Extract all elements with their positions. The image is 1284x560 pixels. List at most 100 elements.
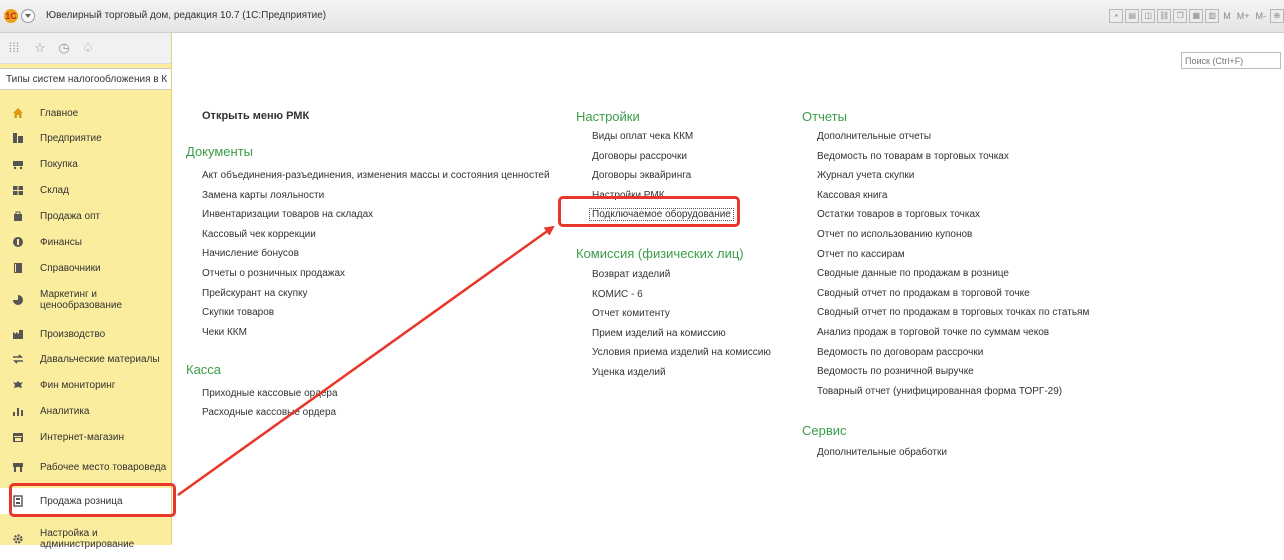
settings-link-5[interactable]: Подключаемое оборудование xyxy=(589,208,734,222)
print-icon[interactable]: ▤ xyxy=(1125,9,1140,23)
window-title: Ювелирный торговый дом, редакция 10.7 (1… xyxy=(46,10,327,21)
reports-link-10[interactable]: Сводный отчет по продажам в торговых точ… xyxy=(817,307,1089,318)
store-icon xyxy=(12,431,24,443)
sidebar-item-11[interactable]: Фин мониторинг xyxy=(0,374,171,396)
commission-link-4[interactable]: Прием изделий на комиссию xyxy=(592,328,726,339)
commission-link-1[interactable]: Возврат изделий xyxy=(592,269,670,280)
settings-link-1[interactable]: Виды оплат чека ККМ xyxy=(592,131,693,142)
sidebar-item-label: Настройка и администрирование xyxy=(40,528,135,550)
sidebar-item-10[interactable]: Давальческие материалы xyxy=(0,348,171,370)
sidebar-item-label: Справочники xyxy=(40,262,101,274)
sidebar-item-5[interactable]: Продажа опт xyxy=(0,205,171,227)
main-content xyxy=(172,33,1284,545)
sidebar-item-16[interactable]: Настройка и администрирование xyxy=(0,518,171,560)
sidebar-item-14[interactable]: Рабочее место товароведа xyxy=(0,450,171,484)
documents-link-6[interactable]: Отчеты о розничных продажах xyxy=(202,268,345,279)
sidebar-item-1[interactable]: Главное xyxy=(0,102,171,124)
coin-icon xyxy=(12,236,24,248)
sidebar-item-label: Давальческие материалы xyxy=(40,353,160,365)
memory-button[interactable]: M xyxy=(1221,9,1233,23)
reports-link-9[interactable]: Сводный отчет по продажам в торговой точ… xyxy=(817,288,1030,299)
app-logo-icon[interactable]: 1С xyxy=(4,9,18,23)
settings-section-title: Настройки xyxy=(576,109,640,124)
analytics-icon xyxy=(12,405,24,417)
memory-minus-button[interactable]: M- xyxy=(1254,9,1269,23)
sidebar-item-label: Склад xyxy=(40,184,69,196)
documents-link-2[interactable]: Замена карты лояльности xyxy=(202,190,324,201)
sidebar-item-15[interactable]: Продажа розница xyxy=(0,488,171,514)
home-icon xyxy=(12,107,24,119)
factory-icon xyxy=(12,328,24,340)
calendar-icon[interactable]: ▦ xyxy=(1189,9,1204,23)
main-menu-icon[interactable] xyxy=(21,9,35,23)
sidebar-item-label: Предприятие xyxy=(40,132,102,144)
zoom-icon[interactable]: ⊕ xyxy=(1270,9,1284,23)
sidebar-item-8[interactable]: Маркетинг и ценообразование xyxy=(0,281,171,319)
title-bar: 1С Ювелирный торговый дом, редакция 10.7… xyxy=(0,0,1284,33)
reports-link-12[interactable]: Ведомость по договорам рассрочки xyxy=(817,347,983,358)
reports-section-title: Отчеты xyxy=(802,109,847,124)
documents-link-4[interactable]: Кассовый чек коррекции xyxy=(202,229,316,240)
service-link-1[interactable]: Дополнительные обработки xyxy=(817,447,947,458)
reports-link-11[interactable]: Анализ продаж в торговой точке по суммам… xyxy=(817,327,1049,338)
reports-link-4[interactable]: Кассовая книга xyxy=(817,190,888,201)
chart-icon xyxy=(12,294,24,306)
reports-link-1[interactable]: Дополнительные отчеты xyxy=(817,131,931,142)
sidebar-item-label: Продажа опт xyxy=(40,210,101,222)
reports-link-2[interactable]: Ведомость по товарам в торговых точках xyxy=(817,151,1009,162)
sidebar-item-2[interactable]: Предприятие xyxy=(0,127,171,149)
commission-link-5[interactable]: Условия приема изделий на комиссию xyxy=(592,347,771,358)
search-input[interactable] xyxy=(1181,52,1281,69)
documents-link-1[interactable]: Акт объединения-разъединения, изменения … xyxy=(202,170,550,181)
sidebar-item-6[interactable]: Финансы xyxy=(0,231,171,253)
documents-link-7[interactable]: Прейскурант на скупку xyxy=(202,288,308,299)
sidebar-item-label: Главное xyxy=(40,107,79,119)
commission-link-3[interactable]: Отчет комитенту xyxy=(592,308,670,319)
reports-link-7[interactable]: Отчет по кассирам xyxy=(817,249,905,260)
reports-link-3[interactable]: Журнал учета скупки xyxy=(817,170,914,181)
sidebar-item-13[interactable]: Интернет-магазин xyxy=(0,426,171,448)
settings-link-3[interactable]: Договоры эквайринга xyxy=(592,170,691,181)
reports-link-13[interactable]: Ведомость по розничной выручке xyxy=(817,366,974,377)
cart-icon xyxy=(12,158,24,170)
reports-link-8[interactable]: Сводные данные по продажам в рознице xyxy=(817,268,1009,279)
copy-icon[interactable]: ❐ xyxy=(1173,9,1188,23)
notification-bell-icon[interactable]: ♤ xyxy=(80,40,96,56)
settings-link-4[interactable]: Настройки РМК xyxy=(592,190,665,201)
sidebar-item-9[interactable]: Производство xyxy=(0,323,171,345)
link-icon[interactable]: ⛓ xyxy=(1157,9,1172,23)
reports-link-6[interactable]: Отчет по использованию купонов xyxy=(817,229,972,240)
sidebar-toolbar: ⁞⁞⁞ ☆ ◷ ♤ xyxy=(0,33,171,64)
sidebar: ⁞⁞⁞ ☆ ◷ ♤ Типы систем налогообложения в … xyxy=(0,33,172,550)
calculator-icon[interactable]: ▥ xyxy=(1205,9,1220,23)
sidebar-item-label: Финансы xyxy=(40,236,82,248)
kassa-link-2[interactable]: Расходные кассовые ордера xyxy=(202,407,336,418)
reports-link-14[interactable]: Товарный отчет (унифицированная форма ТО… xyxy=(817,386,1062,397)
favorites-star-icon[interactable]: ☆ xyxy=(32,40,48,56)
documents-link-5[interactable]: Начисление бонусов xyxy=(202,248,299,259)
sidebar-item-12[interactable]: Аналитика xyxy=(0,400,171,422)
sidebar-item-7[interactable]: Справочники xyxy=(0,257,171,279)
kassa-section-title: Касса xyxy=(186,362,222,377)
sidebar-item-4[interactable]: Склад xyxy=(0,179,171,201)
eagle-icon xyxy=(12,379,24,391)
bag-icon xyxy=(12,210,24,222)
preview-icon[interactable]: ◫ xyxy=(1141,9,1156,23)
open-rmk-link[interactable]: Открыть меню РМК xyxy=(202,110,309,122)
history-icon[interactable]: ◷ xyxy=(56,40,72,56)
apps-grid-icon[interactable]: ⁞⁞⁞ xyxy=(6,40,22,56)
memory-plus-button[interactable]: M+ xyxy=(1235,9,1252,23)
commission-link-6[interactable]: Уценка изделий xyxy=(592,367,666,378)
commission-section-title: Комиссия (физических лиц) xyxy=(576,246,744,261)
documents-link-9[interactable]: Чеки ККМ xyxy=(202,327,247,338)
sidebar-item-label: Покупка xyxy=(40,158,78,170)
commission-link-2[interactable]: КОМИС - 6 xyxy=(592,289,643,300)
open-window-tab[interactable]: Типы систем налогообложения в К xyxy=(0,68,171,90)
documents-link-8[interactable]: Скупки товаров xyxy=(202,307,274,318)
sidebar-item-3[interactable]: Покупка xyxy=(0,153,171,175)
save-icon[interactable]: ▪ xyxy=(1109,9,1124,23)
settings-link-2[interactable]: Договоры рассрочки xyxy=(592,151,687,162)
reports-link-5[interactable]: Остатки товаров в торговых точках xyxy=(817,209,980,220)
kassa-link-1[interactable]: Приходные кассовые ордера xyxy=(202,388,338,399)
documents-link-3[interactable]: Инвентаризации товаров на складах xyxy=(202,209,373,220)
